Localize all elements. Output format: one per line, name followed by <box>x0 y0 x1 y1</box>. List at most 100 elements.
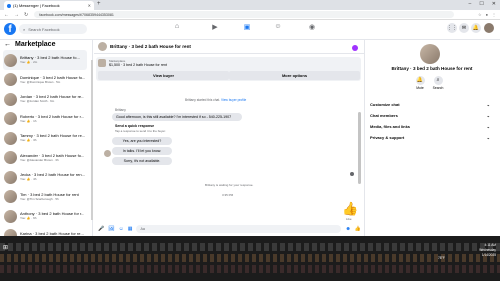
conversation-preview: You: 👍 · 2m <box>20 60 38 64</box>
system-clock[interactable]: 4:11 AM Wednesday 1/14/2025 <box>468 243 496 258</box>
thread-scrollbar[interactable] <box>358 112 361 184</box>
conversation-item[interactable]: Brittany · 3 bed 2 bath House fo... You: … <box>3 50 87 70</box>
message-bubble: Good afternoon, is this still available?… <box>112 113 242 121</box>
clock-date: 1/14/2025 <box>481 253 496 257</box>
quick-response-button[interactable]: Yes, are you interested? <box>112 137 172 145</box>
conversation-preview: You: @Jordan Smith · 6m <box>20 99 55 103</box>
star-icon[interactable]: ☆ <box>478 12 482 17</box>
marketplace-heading: Marketplace <box>15 41 56 48</box>
conversation-item[interactable]: Roberto · 3 bed 2 bath House for r... You… <box>3 109 87 129</box>
window-controls: – ☐ ✕ <box>469 1 496 7</box>
conversation-item[interactable]: Dominique · 3 bed 2 bath House fo... You:… <box>3 70 87 90</box>
view-buyer-profile-link[interactable]: View buyer profile <box>221 98 246 102</box>
chevron-down-icon: ⌄ <box>486 124 490 129</box>
profile-icon[interactable]: ● <box>486 12 488 17</box>
message-composer: 🎤 🖼 ☺ ▦ Aa ☻ 👍 <box>94 223 364 235</box>
conversation-avatar[interactable] <box>98 42 107 51</box>
sticker-icon[interactable]: ☺ <box>119 226 124 232</box>
watch-icon[interactable]: ▶ <box>210 23 220 33</box>
facebook-search-input[interactable]: ⌕ Search Facebook <box>19 24 87 34</box>
account-avatar[interactable] <box>484 23 494 33</box>
taskbar-app-icons-row-2[interactable] <box>0 254 500 262</box>
back-icon[interactable]: ← <box>4 12 9 18</box>
conversation-preview: You: @Alexander Brown · 3h <box>20 157 59 162</box>
conversation-text: Tammy · 3 bed 2 bath House for re... You:… <box>20 133 85 143</box>
bell-icon: 🔔 <box>415 76 425 85</box>
sidebar-scrollbar[interactable] <box>91 60 93 220</box>
notifications-icon[interactable]: 🔔 <box>471 23 481 33</box>
windows-start-icon[interactable]: ⊞ <box>3 244 8 251</box>
back-arrow-icon[interactable]: ← <box>4 41 11 48</box>
avatar <box>4 73 17 86</box>
url-field[interactable]: facebook.com/messages/t/7068359444353081 <box>34 11 455 18</box>
avatar <box>4 151 17 164</box>
conversation-item[interactable]: Jecka · 3 bed 2 bath House for ren... You… <box>3 167 87 187</box>
quick-response-button[interactable]: In talks. I'll let you know. <box>112 147 172 155</box>
tab-close-icon[interactable]: ✕ <box>88 3 91 8</box>
accordion-label: Customize chat <box>370 102 400 107</box>
conversation-text: Tim · 3 bed 2 bath House for rent You: @T… <box>20 192 79 202</box>
conversation-item[interactable]: Alexander · 3 bed 2 bath House fo... You:… <box>3 148 87 168</box>
conversation-item[interactable]: Jordan · 3 bed 2 bath House for re... You… <box>3 89 87 109</box>
menu-icon[interactable]: ⋮ <box>492 12 496 17</box>
like-label: Like <box>346 217 352 221</box>
quick-response-subtitle: Tap a response to send it to the buyer. <box>115 129 166 133</box>
accordion-chat-members[interactable]: Chat members ⌄ <box>370 111 490 120</box>
accordion-privacy-support[interactable]: Privacy & support ⌄ <box>370 133 490 142</box>
like-thumb-icon[interactable]: 👍 <box>342 201 358 216</box>
marketplace-icon[interactable]: ▣ <box>242 23 252 33</box>
conversation-text: Roberto · 3 bed 2 bath House for r... You… <box>20 114 84 124</box>
accordion-customize-chat[interactable]: Customize chat ⌄ <box>370 100 490 109</box>
new-tab-button[interactable]: + <box>97 1 101 7</box>
quick-response-button[interactable]: Sorry, it's not available. <box>112 157 172 165</box>
browser-toolbar-icons: ☆ ● ⋮ <box>478 12 496 17</box>
messenger-icon[interactable]: ✉ <box>459 23 469 33</box>
accordion-label: Chat members <box>370 113 398 118</box>
mute-button[interactable]: 🔔 Mute <box>413 76 427 90</box>
browser-tab[interactable]: (1) Messenger | Facebook ✕ <box>4 1 94 10</box>
sender-name: Brittany <box>115 108 126 112</box>
conversation-item[interactable]: Tim · 3 bed 2 bath House for rent You: @T… <box>3 187 87 207</box>
close-window-button[interactable]: ✕ <box>492 1 496 7</box>
avatar <box>4 209 17 223</box>
reload-icon[interactable]: ↻ <box>24 12 28 18</box>
conversation-preview: You: @Dominique Brown · 5m <box>20 79 61 84</box>
avatar <box>4 53 17 67</box>
quick-response-title: Send a quick response <box>115 124 155 128</box>
conversation-info-icon[interactable] <box>352 45 358 51</box>
home-icon[interactable]: ⌂ <box>172 23 182 33</box>
menu-grid-icon[interactable]: ⋮⋮ <box>447 23 457 33</box>
conversation-text: Brittany · 3 bed 2 bath House fo... You: … <box>20 55 80 65</box>
view-buyer-button[interactable]: View buyer <box>98 71 229 80</box>
contact-avatar-large[interactable] <box>420 44 440 64</box>
gif-icon[interactable]: ▦ <box>128 226 133 232</box>
image-icon[interactable]: 🖼 <box>108 226 114 232</box>
minimize-button[interactable]: – <box>469 1 472 7</box>
search-chat-button[interactable]: ⌕ Search <box>431 76 445 90</box>
conversation-title[interactable]: Brittany · 3 bed 2 bath House for rent <box>110 44 191 49</box>
address-bar-row: ← → ↻ facebook.com/messages/t/7068359444… <box>0 10 500 20</box>
groups-icon[interactable]: ☺ <box>273 23 283 33</box>
facebook-logo-icon[interactable]: f <box>4 23 16 35</box>
more-options-button[interactable]: More options <box>229 71 360 80</box>
send-like-icon[interactable]: 👍 <box>355 226 361 232</box>
search-icon: ⌕ <box>23 26 26 32</box>
forward-icon[interactable]: → <box>14 12 19 18</box>
chevron-down-icon: ⌄ <box>486 113 490 118</box>
emoji-icon[interactable]: ☻ <box>345 226 350 232</box>
maximize-button[interactable]: ☐ <box>479 1 483 7</box>
conversation-item[interactable]: Anthony · 3 bed 2 bath House for r... You… <box>3 206 87 226</box>
accordion-media-files[interactable]: Media, files and links ⌄ <box>370 122 490 131</box>
weather-readout[interactable]: 78°F <box>438 256 445 260</box>
tab-title: (1) Messenger | Facebook <box>13 3 60 8</box>
conversation-item[interactable]: Tammy · 3 bed 2 bath House for re... You:… <box>3 128 87 148</box>
conversation-header: Brittany · 3 bed 2 bath House for rent <box>94 40 364 54</box>
listing-text: $1,500 · 3 bed 2 bath House for rent <box>109 63 167 67</box>
conversation-text: Anthony · 3 bed 2 bath House for r... You… <box>20 211 84 221</box>
gaming-icon[interactable]: ◉ <box>307 23 317 33</box>
microphone-icon[interactable]: 🎤 <box>98 226 104 232</box>
taskbar-app-icons-row-3[interactable] <box>0 265 500 273</box>
taskbar-app-icons[interactable] <box>0 243 500 251</box>
message-input[interactable]: Aa <box>136 225 342 233</box>
seen-indicator-icon <box>350 172 354 176</box>
